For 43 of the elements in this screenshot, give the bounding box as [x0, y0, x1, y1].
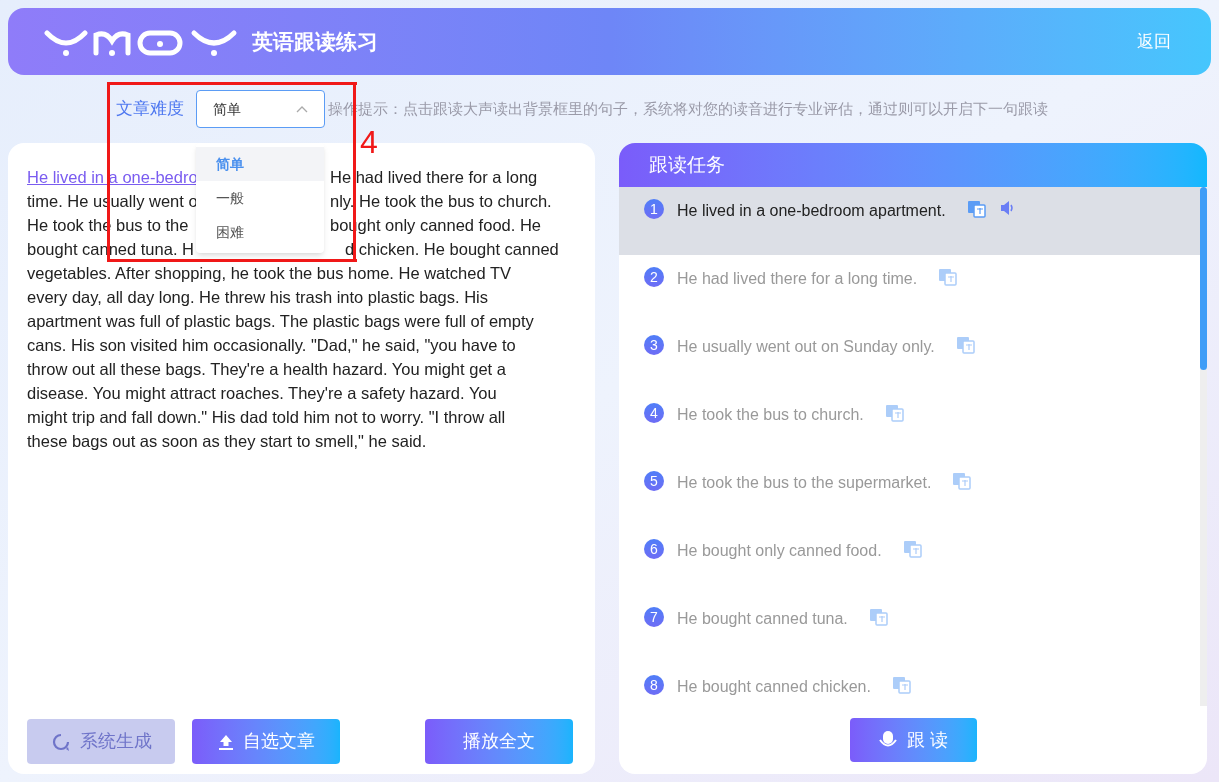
number-badge: 7	[644, 607, 664, 627]
task-item[interactable]: 2 He had lived there for a long time.	[619, 255, 1200, 323]
number-badge: 6	[644, 539, 664, 559]
sentence-text: He had lived there for a long time.	[677, 269, 918, 289]
task-item[interactable]: 5 He took the bus to the supermarket.	[619, 459, 1200, 527]
task-item[interactable]: 8 He bought canned chicken.	[619, 663, 1200, 706]
passage-text: d chicken. He bought canned	[345, 239, 559, 260]
task-item[interactable]: 1 He lived in a one-bedroom apartment.	[619, 187, 1200, 255]
number-badge: 2	[644, 267, 664, 287]
dropdown-option[interactable]: 简单	[196, 147, 324, 181]
back-link[interactable]: 返回	[1137, 28, 1171, 55]
sentence-text: He took the bus to church.	[677, 405, 864, 425]
follow-read-button[interactable]: 跟 读	[849, 718, 977, 762]
task-title: 跟读任务	[649, 152, 725, 177]
sentence-text: He bought only canned food.	[677, 541, 882, 561]
scrollbar[interactable]	[1200, 187, 1207, 706]
chevron-icon	[296, 105, 308, 113]
task-item[interactable]: 7 He bought canned tuna.	[619, 595, 1200, 663]
sentence-text: He lived in a one-bedroom apartment.	[677, 201, 946, 221]
translate-icon[interactable]	[966, 199, 987, 219]
sentence-text: He usually went out on Sunday only.	[677, 337, 935, 357]
number-badge: 5	[644, 471, 664, 491]
sentence-text: He bought canned tuna.	[677, 609, 848, 629]
sentence-text: He bought canned chicken.	[677, 677, 871, 697]
annotation-number: 4	[360, 126, 378, 158]
upload-button[interactable]: 自选文章	[192, 719, 340, 764]
passage-text: He had lived there for a long	[330, 167, 538, 188]
number-badge: 8	[644, 675, 664, 695]
sentence-text: He took the bus to the supermarket.	[677, 473, 932, 493]
task-item[interactable]: 4 He took the bus to church.	[619, 391, 1200, 459]
app-title: 英语跟读练习	[252, 28, 378, 55]
number-badge: 1	[644, 199, 664, 219]
difficulty-select[interactable]: 简单	[196, 90, 325, 128]
number-badge: 3	[644, 335, 664, 355]
number-badge: 4	[644, 403, 664, 423]
dropdown-option[interactable]: 困难	[196, 215, 324, 249]
task-item[interactable]: 6 He bought only canned food.	[619, 527, 1200, 595]
passage-text: vegetables. After shopping, he took the bus home. He watched TV every day, all day long. He threw his trash into plastic bags. His apartment was full of plastic bags. The plastic bags were full of empty cans. His son visited him occasionally. "Dad," he said, "you have to throw out all these bags. They're a health hazard. You might get a disease. You might attract roaches. They're a safety hazard. You might trip and fall down." His dad told him not to worry. "I throw all these bags out as soon as they start to smell," he said.	[27, 263, 535, 452]
difficulty-label: 文章难度	[116, 98, 184, 121]
passage-text: nly. He took the bus to church.	[330, 191, 552, 212]
dropdown-option[interactable]: 一般	[196, 181, 324, 215]
task-item[interactable]: 3 He usually went out on Sunday only.	[619, 323, 1200, 391]
play-all-button[interactable]: 播放全文	[425, 719, 573, 764]
